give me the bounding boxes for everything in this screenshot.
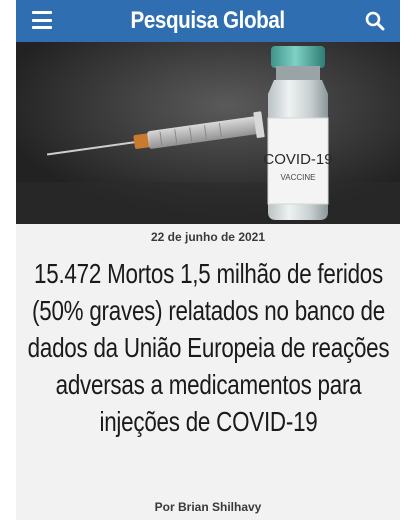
hero-image-vaccine-vial: COVID-19 VACCINE — [16, 42, 400, 224]
article-headline-text: 15.472 Mortos 1,5 milhão de feridos (50%… — [27, 258, 390, 437]
vial-label-covid: COVID-19 — [263, 151, 332, 168]
top-navigation-bar: Pesquisa Global — [16, 0, 400, 42]
article-headline[interactable]: 15.472 Mortos 1,5 milhão de feridos (50%… — [26, 255, 390, 440]
article-author: Por Brian Shilhavy — [154, 500, 262, 514]
article-frame: Pesquisa Global COVID-19 VACCINE 22 de j… — [16, 0, 400, 520]
search-icon[interactable] — [364, 10, 386, 32]
site-title[interactable]: Pesquisa Global — [131, 7, 286, 35]
article-date: 22 de junho de 2021 — [150, 230, 266, 244]
vial-label-vaccine: VACCINE — [281, 173, 316, 182]
hamburger-menu-icon[interactable] — [32, 11, 52, 29]
